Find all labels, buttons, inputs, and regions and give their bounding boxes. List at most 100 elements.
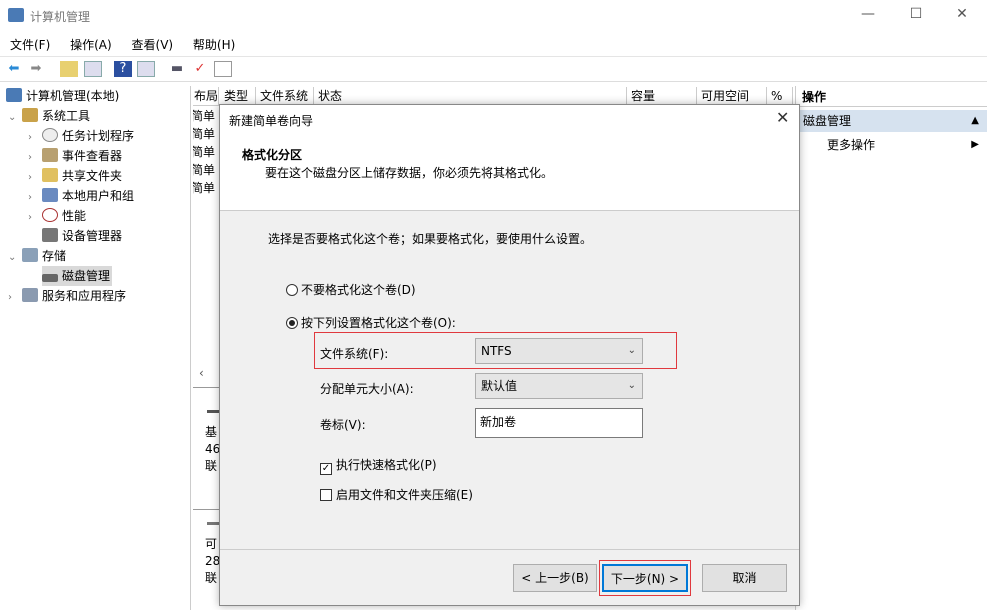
chevron-down-icon[interactable]: ⌄: [8, 248, 22, 268]
console-tree: 计算机管理(本地) ⌄ 系统工具 › 任务计划程序 › 事件查看器 › 共享文件夹 › 本…: [0, 86, 191, 610]
tree-label: 存储: [42, 249, 67, 263]
more-actions-label: 更多操作: [827, 138, 876, 152]
volume-label-input[interactable]: 新加卷: [475, 408, 643, 438]
tree-item-storage[interactable]: ⌄ 存储: [8, 246, 66, 266]
menu-bar: 文件(F) 操作(A) 查看(V) 帮助(H): [0, 34, 987, 56]
collapse-icon[interactable]: ▲: [971, 110, 979, 132]
radio-label: 不要格式化这个卷(D): [301, 283, 416, 297]
tree-item-device-manager[interactable]: 设备管理器: [42, 226, 122, 246]
disk-size: 46: [205, 442, 221, 456]
column-layout[interactable]: 布局: [193, 87, 219, 106]
chevron-right-icon[interactable]: ›: [28, 148, 42, 168]
radio-format-with-settings[interactable]: 按下列设置格式化这个卷(O):: [286, 314, 456, 331]
wizard-header: 新建简单卷向导 ✕ 格式化分区 要在这个磁盘分区上储存数据，你必须先将其格式化。: [220, 105, 799, 211]
page-heading: 格式化分区: [242, 148, 303, 162]
computer-management-icon: [8, 8, 24, 22]
window-title: 计算机管理: [30, 10, 91, 24]
properties-icon[interactable]: [214, 61, 232, 77]
menu-view[interactable]: 查看(V): [132, 38, 174, 52]
dialog-close-button[interactable]: ✕: [776, 108, 789, 127]
chevron-down-icon: ⌄: [627, 380, 636, 391]
show-hide-action-pane-icon[interactable]: [137, 61, 155, 77]
disk-status: 联: [205, 571, 218, 585]
disk-icon: [42, 274, 58, 282]
disk-type: 可: [205, 537, 218, 551]
allocation-unit-select[interactable]: 默认值 ⌄: [475, 373, 643, 399]
table-row[interactable]: 简单: [193, 161, 215, 178]
checkbox[interactable]: ✓: [320, 463, 332, 475]
tree-label: 服务和应用程序: [42, 289, 127, 303]
tree-item-event-viewer[interactable]: › 事件查看器: [28, 146, 122, 166]
chevron-right-icon[interactable]: ›: [28, 128, 42, 148]
table-row[interactable]: 简单: [193, 179, 215, 196]
tree-item-disk-management[interactable]: 磁盘管理: [42, 266, 113, 286]
minimize-button[interactable]: —: [858, 6, 878, 22]
up-folder-icon[interactable]: [60, 61, 78, 77]
chevron-down-icon[interactable]: ⌄: [8, 108, 22, 128]
tree-item-local-users[interactable]: › 本地用户和组: [28, 186, 134, 206]
tree-item-task-scheduler[interactable]: › 任务计划程序: [28, 126, 134, 146]
tree-item-root[interactable]: 计算机管理(本地): [6, 86, 119, 106]
compression-checkbox[interactable]: 启用文件和文件夹压缩(E): [320, 486, 473, 503]
menu-file[interactable]: 文件(F): [10, 38, 50, 52]
performance-icon: [42, 208, 58, 222]
services-icon: [22, 288, 38, 302]
checkbox-label: 启用文件和文件夹压缩(E): [336, 488, 473, 502]
help-icon[interactable]: ?: [114, 61, 132, 77]
scroll-left-button[interactable]: ‹: [193, 366, 219, 386]
menu-help[interactable]: 帮助(H): [193, 38, 235, 52]
storage-icon: [22, 248, 38, 262]
tree-label: 系统工具: [42, 109, 91, 123]
chevron-right-icon[interactable]: ›: [8, 288, 22, 308]
tree-label: 性能: [62, 209, 87, 223]
next-button[interactable]: 下一步(N) >: [602, 564, 688, 592]
tree-item-performance[interactable]: › 性能: [28, 206, 86, 226]
cancel-button[interactable]: 取消: [702, 564, 787, 592]
format-prompt: 选择是否要格式化这个卷；如果要格式化，要使用什么设置。: [268, 232, 593, 246]
actions-section-disk-management[interactable]: 磁盘管理 ▲: [797, 110, 987, 132]
disk-1-info[interactable]: 可 28 联: [205, 536, 220, 587]
table-row[interactable]: 简单: [193, 107, 215, 124]
checklist-icon[interactable]: ✓: [191, 61, 209, 77]
table-row[interactable]: 简单: [193, 125, 215, 142]
forward-icon[interactable]: ➡: [27, 61, 45, 77]
device-manager-icon: [42, 228, 58, 242]
tree-item-services-apps[interactable]: › 服务和应用程序: [8, 286, 126, 306]
tree-label: 本地用户和组: [62, 189, 135, 203]
radio-do-not-format[interactable]: 不要格式化这个卷(D): [286, 281, 416, 298]
radio-button[interactable]: [286, 317, 298, 329]
menu-action[interactable]: 操作(A): [70, 38, 112, 52]
actions-header: 操作: [797, 87, 987, 107]
new-simple-volume-wizard: 新建简单卷向导 ✕ 格式化分区 要在这个磁盘分区上储存数据，你必须先将其格式化。…: [219, 104, 800, 606]
quick-format-checkbox[interactable]: ✓ 执行快速格式化(P): [320, 456, 437, 475]
volume-label-label: 卷标(V):: [320, 418, 366, 432]
back-button[interactable]: < 上一步(B): [513, 564, 597, 592]
tree-label: 磁盘管理: [62, 269, 111, 283]
radio-button[interactable]: [286, 284, 298, 296]
checkbox[interactable]: [320, 489, 332, 501]
chevron-right-icon[interactable]: ›: [28, 168, 42, 188]
users-icon: [42, 188, 58, 202]
back-icon[interactable]: ⬅: [5, 61, 23, 77]
clock-icon: [42, 128, 58, 142]
tree-item-shared-folders[interactable]: › 共享文件夹: [28, 166, 122, 186]
computer-icon: [6, 88, 22, 102]
show-hide-console-tree-icon[interactable]: [84, 61, 102, 77]
tree-item-system-tools[interactable]: ⌄ 系统工具: [8, 106, 90, 126]
selected-value: 默认值: [481, 379, 518, 393]
disk-size: 28: [205, 554, 221, 568]
filesystem-select[interactable]: NTFS ⌄: [475, 338, 643, 364]
table-row[interactable]: 简单: [193, 143, 215, 160]
shared-folder-icon: [42, 168, 58, 182]
page-subheading: 要在这个磁盘分区上储存数据，你必须先将其格式化。: [265, 166, 554, 180]
section-label: 磁盘管理: [803, 114, 852, 128]
more-actions[interactable]: 更多操作 ▶: [827, 134, 987, 156]
disk-0-info[interactable]: 基 46 联: [205, 424, 220, 475]
tree-label: 计算机管理(本地): [26, 89, 120, 103]
close-button[interactable]: ✕: [952, 6, 972, 22]
maximize-button[interactable]: ☐: [906, 6, 926, 22]
chevron-right-icon[interactable]: ›: [28, 188, 42, 208]
disk-icon[interactable]: ▬: [168, 61, 186, 77]
selected-value: NTFS: [481, 344, 512, 358]
chevron-right-icon[interactable]: ›: [28, 208, 42, 228]
